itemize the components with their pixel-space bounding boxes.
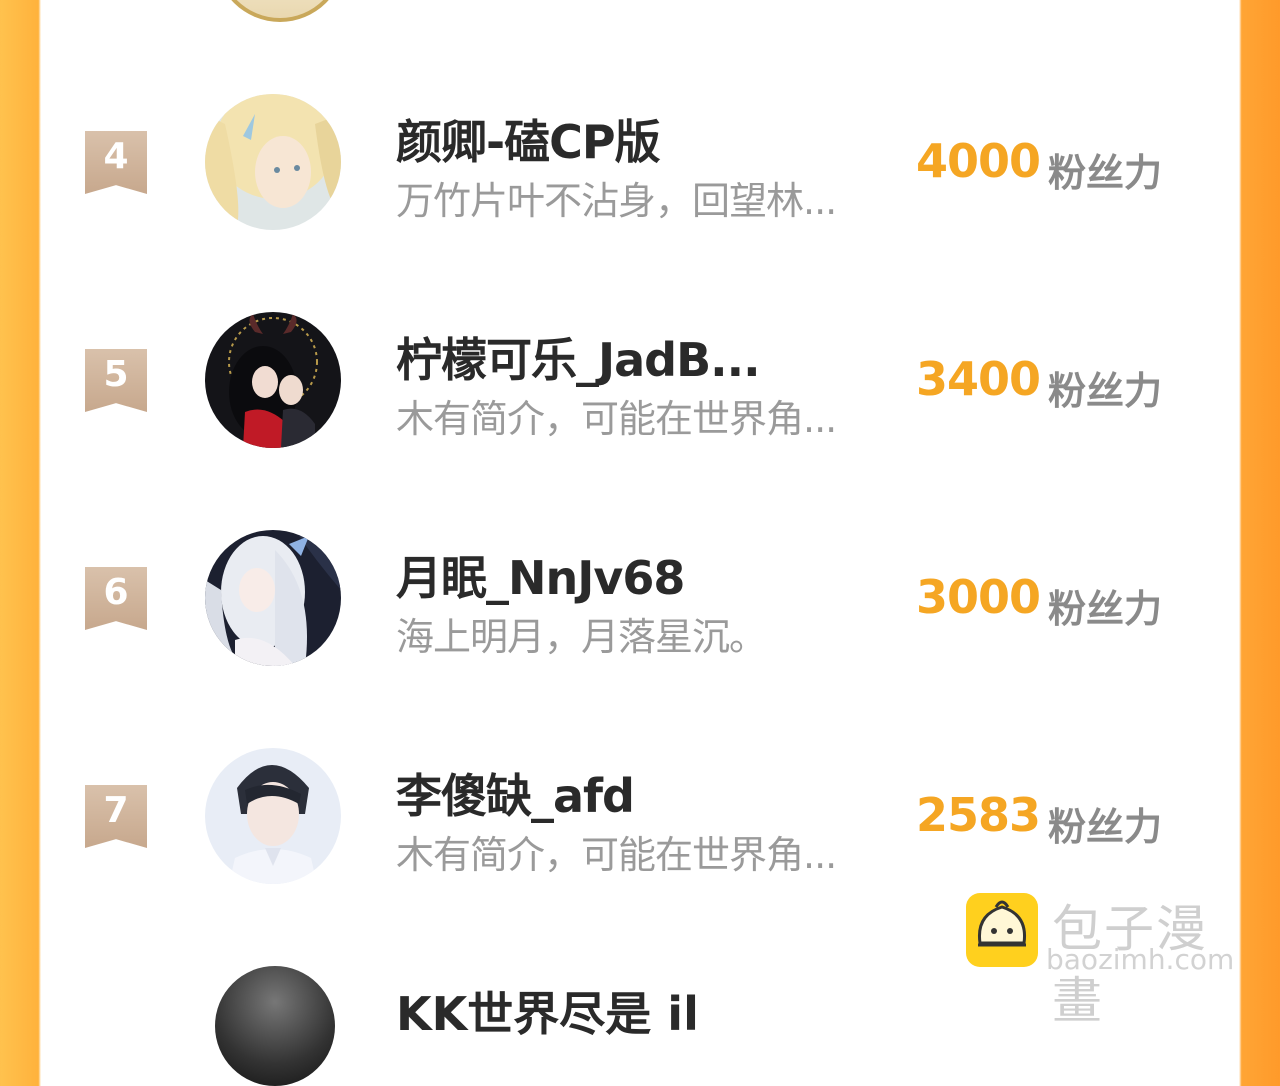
blonde-elf-avatar-image [205,94,341,230]
user-name[interactable]: 李傻缺_afd [396,760,635,826]
fan-power-label: 粉丝力 [1048,587,1163,631]
fan-power-label: 粉丝力 [1048,151,1163,195]
rank-badge: 6 [85,567,147,630]
silver-hair-girl-avatar-image [205,530,341,666]
demon-couple-avatar-image [205,312,341,448]
list-item[interactable]: 6 月眠_NnJv68 海上明月，月落星沉。 3000 粉丝力 [0,530,1280,670]
user-bio: 木有简介，可能在世界角... [396,833,837,877]
fan-power-label: 粉丝力 [1048,369,1163,413]
avatar-rank-8-partial[interactable] [215,966,335,1086]
list-item[interactable]: 5 柠檬可乐_JadB... 木有简介，可能在世界角... 3400 粉丝力 [0,312,1280,452]
watermark-url: baozimh.com [1046,943,1235,976]
user-avatar[interactable] [205,312,341,448]
rank-badge: 5 [85,349,147,412]
fan-power-label: 粉丝力 [1048,805,1163,849]
user-avatar[interactable] [205,94,341,230]
user-avatar[interactable] [205,748,341,884]
rank-badge: 7 [85,785,147,848]
user-name[interactable]: 月眠_NnJv68 [396,542,685,608]
user-name-partial[interactable]: KK世界尽是 il [396,978,699,1044]
list-item[interactable]: 7 李傻缺_afd 木有简介，可能在世界角... 2583 粉丝力 [0,748,1280,888]
dark-hair-boy-avatar-image [205,748,341,884]
fan-power-value: 4000 [916,134,1041,188]
list-item[interactable]: 4 颜卿-磕CP版 万竹片叶不沾身，回望林... 4000 粉丝力 [0,94,1280,234]
fan-power-value: 3000 [916,570,1041,624]
user-name[interactable]: 颜卿-磕CP版 [396,106,661,172]
user-name[interactable]: 柠檬可乐_JadB... [396,324,761,390]
user-avatar[interactable] [205,530,341,666]
watermark: 包子漫畫 baozimh.com [966,893,1256,1030]
user-bio: 海上明月，月落星沉。 [396,615,767,659]
fan-power-value: 3400 [916,352,1041,406]
fan-power-value: 2583 [916,788,1041,842]
user-bio: 木有简介，可能在世界角... [396,397,837,441]
bun-face-icon [966,893,1038,967]
user-bio: 万竹片叶不沾身，回望林... [396,179,837,223]
rank-badge: 4 [85,131,147,194]
